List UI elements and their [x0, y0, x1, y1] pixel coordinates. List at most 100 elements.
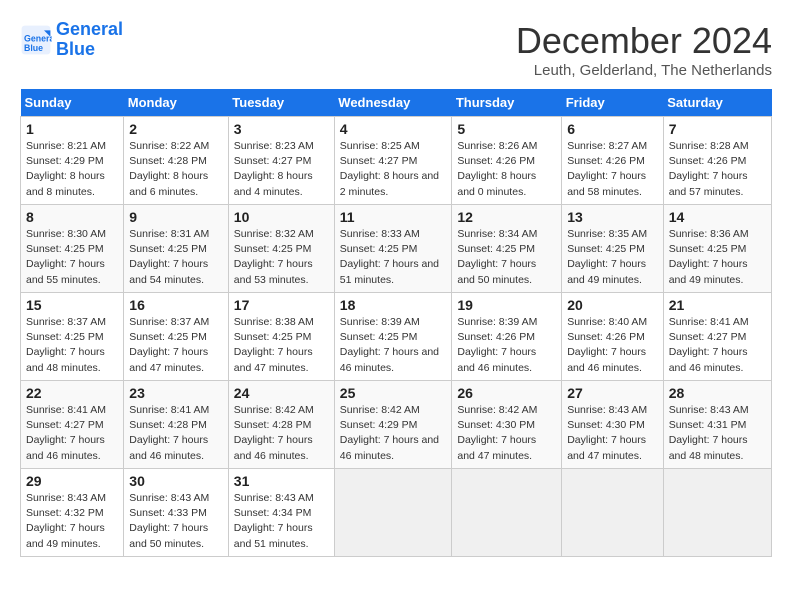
- day-info: Sunrise: 8:23 AM Sunset: 4:27 PM Dayligh…: [234, 139, 329, 200]
- week-row-2: 8 Sunrise: 8:30 AM Sunset: 4:25 PM Dayli…: [21, 205, 772, 293]
- day-number: 24: [234, 385, 329, 401]
- day-info: Sunrise: 8:39 AM Sunset: 4:26 PM Dayligh…: [457, 315, 556, 376]
- day-cell: 8 Sunrise: 8:30 AM Sunset: 4:25 PM Dayli…: [21, 205, 124, 293]
- day-number: 18: [340, 297, 447, 313]
- day-cell: 31 Sunrise: 8:43 AM Sunset: 4:34 PM Dayl…: [228, 469, 334, 557]
- header-row: SundayMondayTuesdayWednesdayThursdayFrid…: [21, 89, 772, 117]
- day-number: 2: [129, 121, 223, 137]
- day-number: 30: [129, 473, 223, 489]
- day-cell: [334, 469, 452, 557]
- day-info: Sunrise: 8:21 AM Sunset: 4:29 PM Dayligh…: [26, 139, 118, 200]
- logo-icon: General Blue: [20, 24, 52, 56]
- day-number: 21: [669, 297, 766, 313]
- day-cell: 10 Sunrise: 8:32 AM Sunset: 4:25 PM Dayl…: [228, 205, 334, 293]
- day-cell: 25 Sunrise: 8:42 AM Sunset: 4:29 PM Dayl…: [334, 381, 452, 469]
- day-number: 26: [457, 385, 556, 401]
- day-cell: 6 Sunrise: 8:27 AM Sunset: 4:26 PM Dayli…: [562, 117, 664, 205]
- day-number: 25: [340, 385, 447, 401]
- day-info: Sunrise: 8:25 AM Sunset: 4:27 PM Dayligh…: [340, 139, 447, 200]
- col-header-wednesday: Wednesday: [334, 89, 452, 117]
- day-info: Sunrise: 8:31 AM Sunset: 4:25 PM Dayligh…: [129, 227, 223, 288]
- col-header-tuesday: Tuesday: [228, 89, 334, 117]
- day-info: Sunrise: 8:34 AM Sunset: 4:25 PM Dayligh…: [457, 227, 556, 288]
- day-info: Sunrise: 8:41 AM Sunset: 4:27 PM Dayligh…: [669, 315, 766, 376]
- day-info: Sunrise: 8:42 AM Sunset: 4:30 PM Dayligh…: [457, 403, 556, 464]
- col-header-monday: Monday: [124, 89, 229, 117]
- day-cell: 14 Sunrise: 8:36 AM Sunset: 4:25 PM Dayl…: [663, 205, 771, 293]
- day-number: 14: [669, 209, 766, 225]
- day-number: 11: [340, 209, 447, 225]
- day-info: Sunrise: 8:33 AM Sunset: 4:25 PM Dayligh…: [340, 227, 447, 288]
- day-info: Sunrise: 8:26 AM Sunset: 4:26 PM Dayligh…: [457, 139, 556, 200]
- day-number: 8: [26, 209, 118, 225]
- day-info: Sunrise: 8:35 AM Sunset: 4:25 PM Dayligh…: [567, 227, 658, 288]
- week-row-3: 15 Sunrise: 8:37 AM Sunset: 4:25 PM Dayl…: [21, 293, 772, 381]
- day-number: 27: [567, 385, 658, 401]
- day-cell: 4 Sunrise: 8:25 AM Sunset: 4:27 PM Dayli…: [334, 117, 452, 205]
- day-info: Sunrise: 8:43 AM Sunset: 4:33 PM Dayligh…: [129, 491, 223, 552]
- day-cell: 18 Sunrise: 8:39 AM Sunset: 4:25 PM Dayl…: [334, 293, 452, 381]
- day-number: 3: [234, 121, 329, 137]
- day-cell: [452, 469, 562, 557]
- day-cell: 27 Sunrise: 8:43 AM Sunset: 4:30 PM Dayl…: [562, 381, 664, 469]
- title-block: December 2024 Leuth, Gelderland, The Net…: [516, 20, 772, 79]
- col-header-friday: Friday: [562, 89, 664, 117]
- day-number: 9: [129, 209, 223, 225]
- day-info: Sunrise: 8:36 AM Sunset: 4:25 PM Dayligh…: [669, 227, 766, 288]
- day-number: 12: [457, 209, 556, 225]
- day-info: Sunrise: 8:42 AM Sunset: 4:29 PM Dayligh…: [340, 403, 447, 464]
- day-info: Sunrise: 8:41 AM Sunset: 4:28 PM Dayligh…: [129, 403, 223, 464]
- day-number: 6: [567, 121, 658, 137]
- day-number: 7: [669, 121, 766, 137]
- day-info: Sunrise: 8:43 AM Sunset: 4:31 PM Dayligh…: [669, 403, 766, 464]
- day-info: Sunrise: 8:37 AM Sunset: 4:25 PM Dayligh…: [129, 315, 223, 376]
- day-number: 16: [129, 297, 223, 313]
- day-cell: 12 Sunrise: 8:34 AM Sunset: 4:25 PM Dayl…: [452, 205, 562, 293]
- day-cell: 24 Sunrise: 8:42 AM Sunset: 4:28 PM Dayl…: [228, 381, 334, 469]
- day-number: 20: [567, 297, 658, 313]
- day-info: Sunrise: 8:38 AM Sunset: 4:25 PM Dayligh…: [234, 315, 329, 376]
- day-info: Sunrise: 8:42 AM Sunset: 4:28 PM Dayligh…: [234, 403, 329, 464]
- day-cell: 15 Sunrise: 8:37 AM Sunset: 4:25 PM Dayl…: [21, 293, 124, 381]
- day-cell: 28 Sunrise: 8:43 AM Sunset: 4:31 PM Dayl…: [663, 381, 771, 469]
- day-cell: 9 Sunrise: 8:31 AM Sunset: 4:25 PM Dayli…: [124, 205, 229, 293]
- svg-text:Blue: Blue: [24, 43, 43, 53]
- day-cell: 21 Sunrise: 8:41 AM Sunset: 4:27 PM Dayl…: [663, 293, 771, 381]
- day-number: 17: [234, 297, 329, 313]
- day-cell: 7 Sunrise: 8:28 AM Sunset: 4:26 PM Dayli…: [663, 117, 771, 205]
- day-number: 1: [26, 121, 118, 137]
- day-number: 5: [457, 121, 556, 137]
- week-row-4: 22 Sunrise: 8:41 AM Sunset: 4:27 PM Dayl…: [21, 381, 772, 469]
- day-info: Sunrise: 8:41 AM Sunset: 4:27 PM Dayligh…: [26, 403, 118, 464]
- day-cell: 19 Sunrise: 8:39 AM Sunset: 4:26 PM Dayl…: [452, 293, 562, 381]
- day-info: Sunrise: 8:30 AM Sunset: 4:25 PM Dayligh…: [26, 227, 118, 288]
- day-number: 29: [26, 473, 118, 489]
- day-info: Sunrise: 8:37 AM Sunset: 4:25 PM Dayligh…: [26, 315, 118, 376]
- day-info: Sunrise: 8:22 AM Sunset: 4:28 PM Dayligh…: [129, 139, 223, 200]
- day-cell: 29 Sunrise: 8:43 AM Sunset: 4:32 PM Dayl…: [21, 469, 124, 557]
- day-cell: 30 Sunrise: 8:43 AM Sunset: 4:33 PM Dayl…: [124, 469, 229, 557]
- day-cell: 22 Sunrise: 8:41 AM Sunset: 4:27 PM Dayl…: [21, 381, 124, 469]
- day-cell: 1 Sunrise: 8:21 AM Sunset: 4:29 PM Dayli…: [21, 117, 124, 205]
- day-number: 15: [26, 297, 118, 313]
- day-number: 23: [129, 385, 223, 401]
- day-cell: 20 Sunrise: 8:40 AM Sunset: 4:26 PM Dayl…: [562, 293, 664, 381]
- day-info: Sunrise: 8:43 AM Sunset: 4:30 PM Dayligh…: [567, 403, 658, 464]
- day-cell: [562, 469, 664, 557]
- day-cell: 26 Sunrise: 8:42 AM Sunset: 4:30 PM Dayl…: [452, 381, 562, 469]
- day-number: 19: [457, 297, 556, 313]
- calendar-title: December 2024: [516, 20, 772, 62]
- day-info: Sunrise: 8:43 AM Sunset: 4:34 PM Dayligh…: [234, 491, 329, 552]
- week-row-1: 1 Sunrise: 8:21 AM Sunset: 4:29 PM Dayli…: [21, 117, 772, 205]
- page-header: General Blue GeneralBlue December 2024 L…: [20, 20, 772, 79]
- day-info: Sunrise: 8:32 AM Sunset: 4:25 PM Dayligh…: [234, 227, 329, 288]
- day-cell: 17 Sunrise: 8:38 AM Sunset: 4:25 PM Dayl…: [228, 293, 334, 381]
- day-number: 10: [234, 209, 329, 225]
- col-header-sunday: Sunday: [21, 89, 124, 117]
- day-info: Sunrise: 8:40 AM Sunset: 4:26 PM Dayligh…: [567, 315, 658, 376]
- day-info: Sunrise: 8:39 AM Sunset: 4:25 PM Dayligh…: [340, 315, 447, 376]
- day-info: Sunrise: 8:28 AM Sunset: 4:26 PM Dayligh…: [669, 139, 766, 200]
- day-number: 4: [340, 121, 447, 137]
- day-number: 28: [669, 385, 766, 401]
- day-number: 31: [234, 473, 329, 489]
